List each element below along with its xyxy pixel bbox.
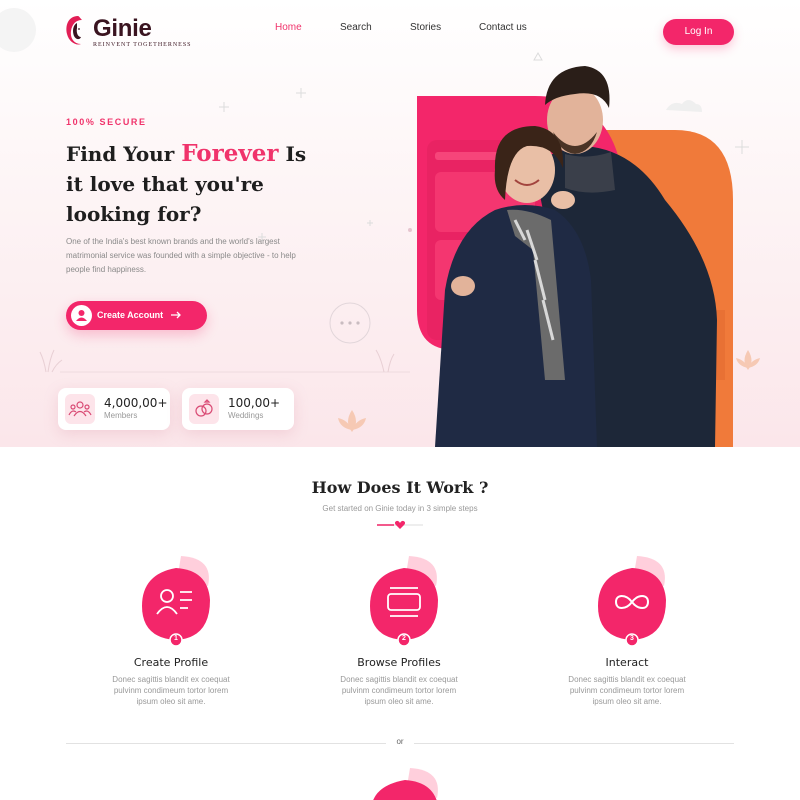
chat-bubble-icon bbox=[329, 302, 371, 344]
step-interact: 3 Interact Donec sagittis blandit ex coe… bbox=[537, 556, 717, 716]
rings-icon bbox=[189, 394, 219, 424]
headline-pre: Find Your bbox=[66, 142, 182, 166]
hero-section: Ginie REINVENT TOGETHERNESS Home Search … bbox=[0, 0, 800, 447]
or-divider-right bbox=[414, 743, 734, 744]
step-create-profile: 1 Create Profile Donec sagittis blandit … bbox=[81, 556, 261, 716]
brand-tagline: REINVENT TOGETHERNESS bbox=[93, 42, 192, 48]
nav-search[interactable]: Search bbox=[340, 22, 372, 33]
or-divider-left bbox=[66, 743, 386, 744]
step-number: 2 bbox=[402, 635, 406, 642]
create-account-label: Create Account bbox=[97, 310, 164, 320]
hero-headline: Find Your Forever Is it love that you're… bbox=[66, 139, 326, 229]
secure-eyebrow: 100% SECURE bbox=[66, 117, 147, 127]
stat-card-members: 4,000,00+ Members bbox=[58, 388, 170, 430]
hero-description: One of the India's best known brands and… bbox=[66, 237, 296, 274]
couple-photo bbox=[415, 60, 745, 447]
weddings-label: Weddings bbox=[228, 411, 264, 420]
step-title: Browse Profiles bbox=[357, 656, 441, 669]
next-section-drop-icon bbox=[373, 768, 438, 800]
heart-divider-icon bbox=[377, 520, 423, 529]
weddings-count: 100,00+ bbox=[228, 396, 281, 410]
step-title: Create Profile bbox=[133, 656, 209, 669]
step-number: 3 bbox=[630, 635, 634, 642]
how-it-works-subtitle: Get started on Ginie today in 3 simple s… bbox=[322, 504, 478, 513]
nav-contact-us[interactable]: Contact us bbox=[479, 22, 527, 33]
step-description: Donec sagittis blandit ex coequat pulvin… bbox=[340, 675, 458, 706]
headline-accent: Forever bbox=[181, 140, 279, 167]
step-title: Interact bbox=[605, 656, 649, 669]
members-count: 4,000,00+ bbox=[104, 396, 168, 410]
step-browse-profiles: 2 Browse Profiles Donec sagittis blandit… bbox=[309, 556, 489, 716]
step-number: 1 bbox=[174, 635, 178, 642]
members-label: Members bbox=[104, 411, 138, 420]
user-icon bbox=[71, 305, 92, 326]
step-description: Donec sagittis blandit ex coequat pulvin… bbox=[568, 675, 686, 706]
nav-home[interactable]: Home bbox=[275, 22, 302, 33]
login-button[interactable]: Log In bbox=[663, 19, 734, 45]
members-icon bbox=[65, 394, 95, 424]
how-it-works-title: How Does It Work ? bbox=[311, 478, 489, 497]
step-description: Donec sagittis blandit ex coequat pulvin… bbox=[112, 675, 230, 706]
nav-stories[interactable]: Stories bbox=[410, 22, 441, 33]
arrow-right-icon bbox=[170, 309, 182, 324]
create-account-button[interactable]: Create Account bbox=[66, 301, 207, 330]
or-divider-label: or bbox=[396, 737, 404, 746]
stat-card-weddings: 100,00+ Weddings bbox=[182, 388, 294, 430]
